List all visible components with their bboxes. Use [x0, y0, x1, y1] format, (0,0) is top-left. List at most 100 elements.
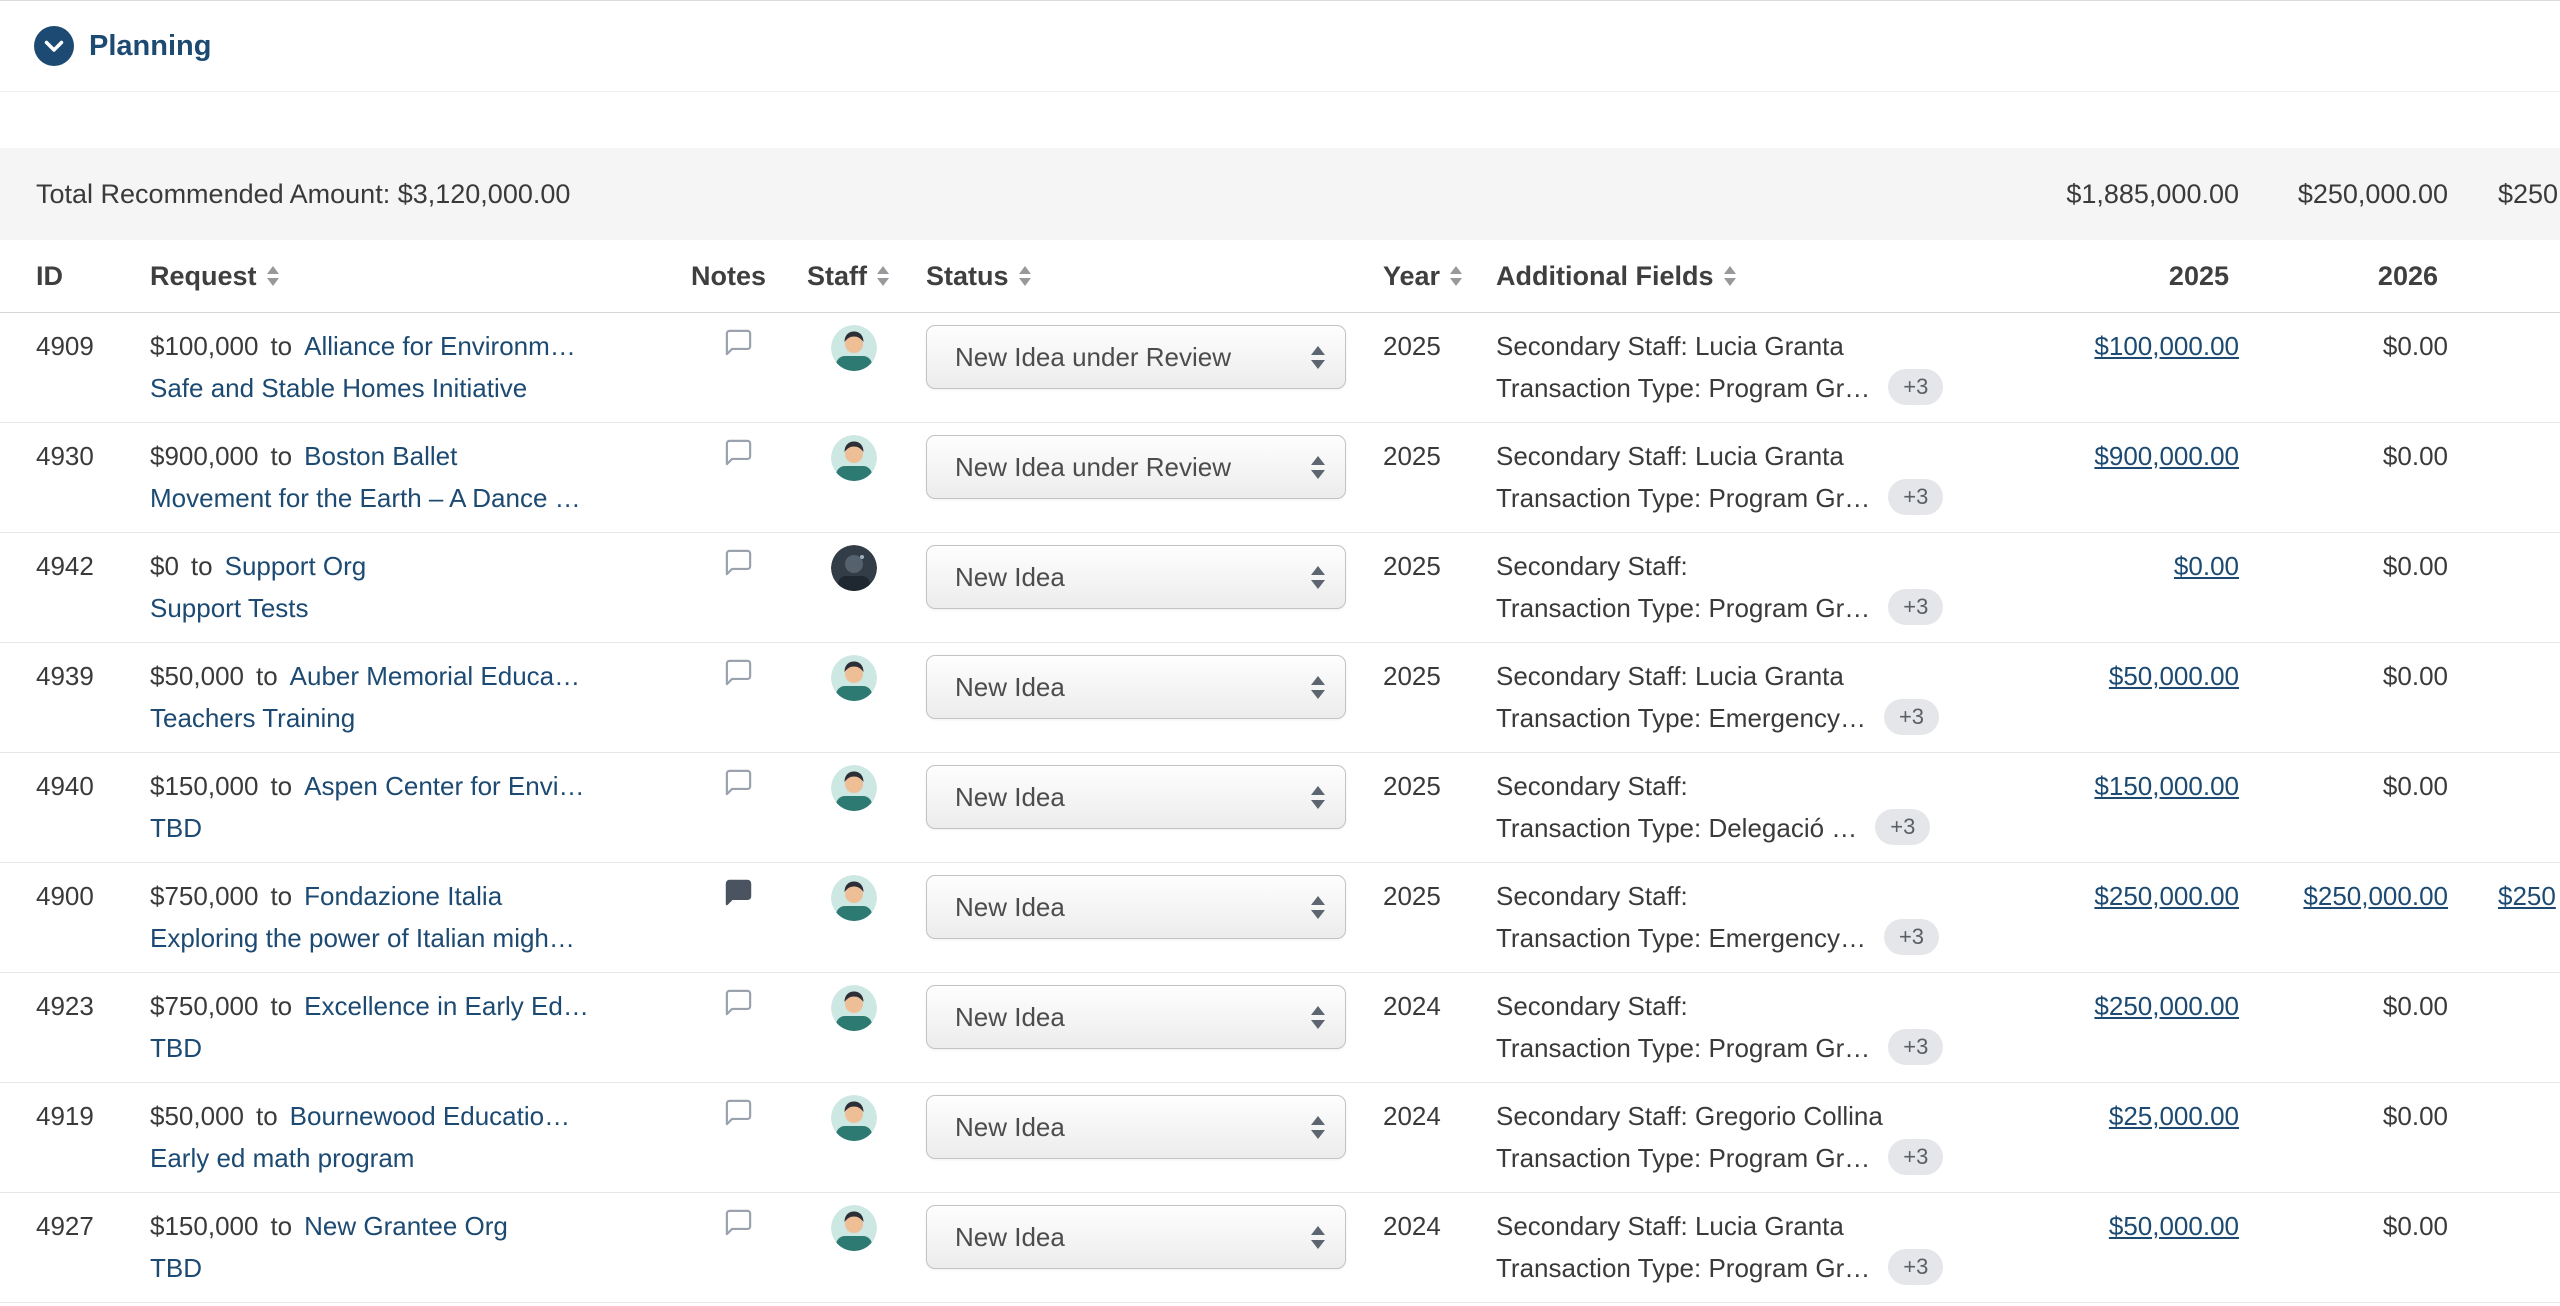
row-year: 2025: [1353, 313, 1465, 422]
grantee-link[interactable]: Excellence in Early Ed…: [304, 991, 589, 1021]
sort-icon: [1724, 266, 1736, 286]
request-title-link[interactable]: Teachers Training: [150, 703, 355, 733]
planning-section-header[interactable]: Planning: [0, 0, 2560, 92]
to-label: to: [270, 771, 292, 801]
select-stepper-icon: [1311, 1226, 1325, 1249]
header-additional-fields[interactable]: Additional Fields: [1465, 261, 2025, 292]
request-title-link[interactable]: Early ed math program: [150, 1143, 414, 1173]
amount-2025-link[interactable]: $50,000.00: [2109, 661, 2239, 691]
more-fields-badge[interactable]: +3: [1884, 919, 1939, 955]
grantee-link[interactable]: Support Org: [225, 551, 367, 581]
note-icon[interactable]: [723, 1097, 754, 1128]
transaction-type-text: Transaction Type: Program Gr…: [1496, 1253, 1870, 1283]
more-fields-badge[interactable]: +3: [1875, 809, 1930, 845]
request-title-link[interactable]: Exploring the power of Italian migh…: [150, 923, 575, 953]
select-stepper-icon: [1311, 346, 1325, 369]
staff-avatar: [831, 325, 877, 371]
more-fields-badge[interactable]: +3: [1888, 1249, 1943, 1285]
select-stepper-icon: [1311, 456, 1325, 479]
amount-2025-link[interactable]: $900,000.00: [2094, 441, 2239, 471]
staff-avatar: [831, 1095, 877, 1141]
status-select[interactable]: New Idea: [926, 1095, 1346, 1159]
note-icon[interactable]: [723, 1207, 754, 1238]
header-year[interactable]: Year: [1353, 261, 1465, 292]
status-select[interactable]: New Idea: [926, 985, 1346, 1049]
request-title-link[interactable]: TBD: [150, 1033, 202, 1063]
amount-2025-link[interactable]: $0.00: [2174, 551, 2239, 581]
request-amount: $750,000: [150, 881, 258, 911]
transaction-type-text: Transaction Type: Program Gr…: [1496, 593, 1870, 623]
staff-avatar: [831, 875, 877, 921]
note-icon[interactable]: [723, 767, 754, 798]
grantee-link[interactable]: Bournewood Educatio…: [290, 1101, 570, 1131]
amount-2026: $0.00: [2383, 991, 2448, 1021]
status-select[interactable]: New Idea under Review: [926, 435, 1346, 499]
more-fields-badge[interactable]: +3: [1888, 589, 1943, 625]
request-title-link[interactable]: Support Tests: [150, 593, 309, 623]
note-icon[interactable]: [723, 987, 754, 1018]
more-fields-badge[interactable]: +3: [1888, 369, 1943, 405]
request-amount: $750,000: [150, 991, 258, 1021]
amount-2025-link[interactable]: $25,000.00: [2109, 1101, 2239, 1131]
status-select[interactable]: New Idea: [926, 765, 1346, 829]
amount-2027-link-partial[interactable]: $250: [2498, 881, 2556, 911]
header-staff[interactable]: Staff: [775, 261, 893, 292]
note-icon[interactable]: [723, 547, 754, 578]
grantee-link[interactable]: Boston Ballet: [304, 441, 457, 471]
amount-2025-link[interactable]: $250,000.00: [2094, 991, 2239, 1021]
secondary-staff-text: Secondary Staff: Lucia Granta: [1496, 1205, 2025, 1247]
status-select[interactable]: New Idea under Review: [926, 325, 1346, 389]
amount-2025-link[interactable]: $50,000.00: [2109, 1211, 2239, 1241]
header-request[interactable]: Request: [118, 261, 663, 292]
grantee-link[interactable]: Aspen Center for Envi…: [304, 771, 584, 801]
table-header: ID Request Notes Staff Status Year Addit…: [0, 240, 2560, 313]
table-row: 4942 $0toSupport Org Support Tests New I…: [0, 533, 2560, 643]
amount-2025-link[interactable]: $150,000.00: [2094, 771, 2239, 801]
more-fields-badge[interactable]: +3: [1884, 699, 1939, 735]
to-label: to: [270, 1211, 292, 1241]
request-title-link[interactable]: TBD: [150, 813, 202, 843]
request-title-link[interactable]: Movement for the Earth – A Dance …: [150, 483, 581, 513]
total-recommended-value: $3,120,000.00: [398, 179, 571, 209]
summary-bar: Total Recommended Amount: $3,120,000.00 …: [0, 148, 2560, 240]
more-fields-badge[interactable]: +3: [1888, 479, 1943, 515]
amount-2026-link[interactable]: $250,000.00: [2303, 881, 2448, 911]
grantee-link[interactable]: New Grantee Org: [304, 1211, 508, 1241]
grantee-link[interactable]: Auber Memorial Educa…: [290, 661, 580, 691]
request-amount: $100,000: [150, 331, 258, 361]
row-year: 2025: [1353, 863, 1465, 972]
amount-2026: $0.00: [2383, 551, 2448, 581]
note-icon-filled[interactable]: [723, 877, 754, 908]
amount-2026: $0.00: [2383, 1101, 2448, 1131]
more-fields-badge[interactable]: +3: [1888, 1139, 1943, 1175]
more-fields-badge[interactable]: +3: [1888, 1029, 1943, 1065]
status-select[interactable]: New Idea: [926, 545, 1346, 609]
amount-2025-link[interactable]: $250,000.00: [2094, 881, 2239, 911]
header-status[interactable]: Status: [893, 261, 1353, 292]
row-year: 2024: [1353, 973, 1465, 1082]
grantee-link[interactable]: Alliance for Environm…: [304, 331, 576, 361]
status-select[interactable]: New Idea: [926, 1205, 1346, 1269]
note-icon[interactable]: [723, 437, 754, 468]
request-title-link[interactable]: Safe and Stable Homes Initiative: [150, 373, 527, 403]
row-id: 4942: [0, 533, 118, 642]
row-id: 4909: [0, 313, 118, 422]
transaction-type-text: Transaction Type: Program Gr…: [1496, 483, 1870, 513]
header-2026: 2026: [2249, 261, 2452, 292]
select-stepper-icon: [1311, 1006, 1325, 1029]
to-label: to: [256, 661, 278, 691]
collapse-chevron-icon[interactable]: [34, 26, 74, 66]
amount-2026: $0.00: [2383, 441, 2448, 471]
note-icon[interactable]: [723, 327, 754, 358]
transaction-type-text: Transaction Type: Program Gr…: [1496, 1033, 1870, 1063]
row-id: 4940: [0, 753, 118, 862]
row-id: 4923: [0, 973, 118, 1082]
secondary-staff-text: Secondary Staff: Lucia Granta: [1496, 435, 2025, 477]
note-icon[interactable]: [723, 657, 754, 688]
status-select[interactable]: New Idea: [926, 875, 1346, 939]
amount-2025-link[interactable]: $100,000.00: [2094, 331, 2239, 361]
status-select[interactable]: New Idea: [926, 655, 1346, 719]
header-id: ID: [0, 261, 118, 292]
request-title-link[interactable]: TBD: [150, 1253, 202, 1283]
grantee-link[interactable]: Fondazione Italia: [304, 881, 502, 911]
